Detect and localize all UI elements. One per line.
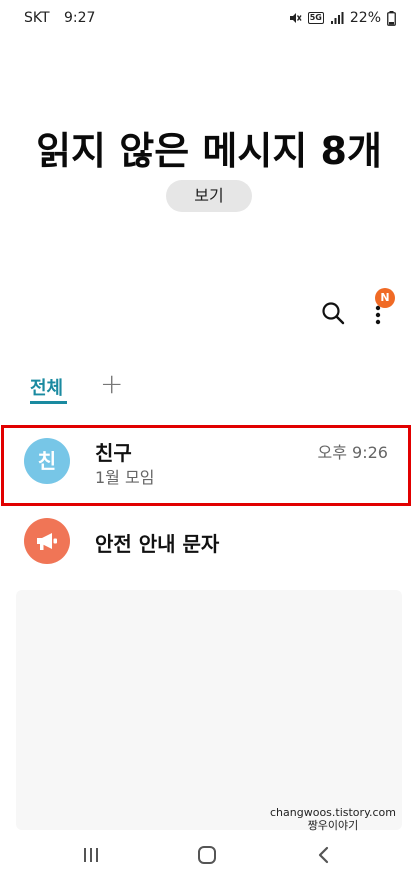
watermark-blog-name: 짱우이야기 [307, 819, 359, 832]
status-bar-left: SKT 9:27 [24, 10, 105, 26]
tab-all[interactable]: 전체 [30, 374, 63, 400]
home-icon[interactable] [197, 845, 217, 865]
add-tab-button[interactable]: + [100, 367, 123, 400]
mute-icon [288, 11, 302, 25]
search-icon[interactable] [320, 300, 346, 326]
megaphone-icon[interactable] [24, 518, 70, 564]
watermark-url: changwoos.tistory.com [270, 806, 396, 819]
empty-list-area [16, 590, 402, 830]
conversation-name[interactable]: 안전 안내 문자 [95, 528, 219, 557]
recent-apps-icon[interactable] [82, 846, 100, 864]
page-title: 읽지 않은 메시지 8개 [36, 129, 382, 173]
battery-percent: 22% [349, 10, 381, 26]
highlight-box [1, 425, 411, 506]
carrier-label: SKT [24, 10, 50, 26]
notification-badge: N [375, 288, 395, 308]
signal-icon [330, 11, 344, 25]
status-bar-right: 5G 22% [288, 10, 396, 26]
watermark: changwoos.tistory.com 짱우이야기 [270, 806, 396, 832]
view-button[interactable]: 보기 [166, 180, 252, 212]
tab-active-indicator [30, 401, 67, 404]
network-type: 5G [307, 12, 324, 24]
back-icon[interactable] [316, 845, 332, 865]
clock-time: 9:27 [64, 10, 96, 26]
battery-icon [387, 10, 396, 26]
